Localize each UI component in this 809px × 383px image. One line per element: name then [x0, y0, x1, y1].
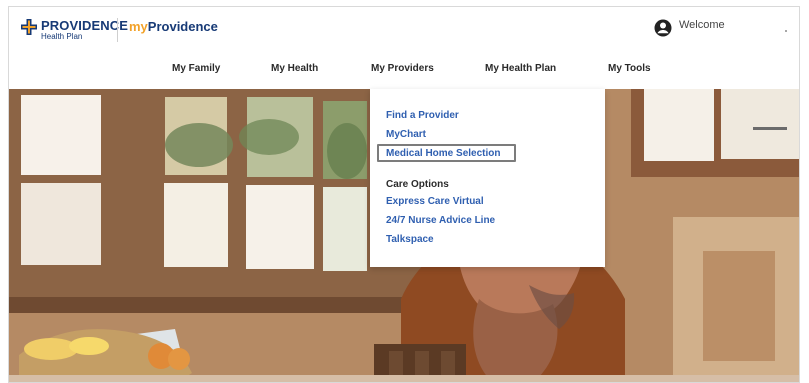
- nav-my-health[interactable]: My Health: [271, 63, 318, 75]
- nurse-advice-line-link[interactable]: 24/7 Nurse Advice Line: [386, 215, 495, 227]
- brand-my: my: [129, 19, 148, 34]
- top-header: PROVIDENCE Health Plan myProvidence Welc…: [9, 7, 799, 54]
- care-options-heading: Care Options: [386, 179, 449, 190]
- brand-name[interactable]: myProvidence: [129, 19, 218, 35]
- header-dot: [785, 30, 787, 32]
- logo-subtitle: Health Plan: [41, 32, 83, 41]
- nav-my-family[interactable]: My Family: [172, 63, 220, 75]
- header-divider: [117, 18, 118, 42]
- providence-logo[interactable]: PROVIDENCE Health Plan: [21, 18, 128, 43]
- nav-my-health-plan[interactable]: My Health Plan: [485, 63, 556, 75]
- welcome-area[interactable]: Welcome: [654, 17, 725, 43]
- main-navigation: My Family My Health My Providers My Heal…: [9, 53, 799, 90]
- nav-my-tools[interactable]: My Tools: [608, 63, 651, 75]
- talkspace-link[interactable]: Talkspace: [386, 234, 434, 246]
- brand-providence: Providence: [147, 19, 218, 34]
- logo-title: PROVIDENCE: [41, 18, 128, 33]
- find-a-provider-link[interactable]: Find a Provider: [386, 110, 459, 122]
- express-care-virtual-link[interactable]: Express Care Virtual: [386, 196, 484, 208]
- welcome-text: Welcome: [679, 19, 725, 31]
- app-window: PROVIDENCE Health Plan myProvidence Welc…: [8, 6, 800, 383]
- mychart-link[interactable]: MyChart: [386, 129, 426, 141]
- medical-home-selection-link[interactable]: Medical Home Selection: [386, 148, 500, 160]
- cross-logo-icon: [21, 19, 37, 35]
- my-providers-dropdown: Find a Provider MyChart Medical Home Sel…: [370, 89, 605, 267]
- nav-my-providers[interactable]: My Providers: [371, 63, 434, 75]
- user-circle-icon[interactable]: [654, 19, 672, 37]
